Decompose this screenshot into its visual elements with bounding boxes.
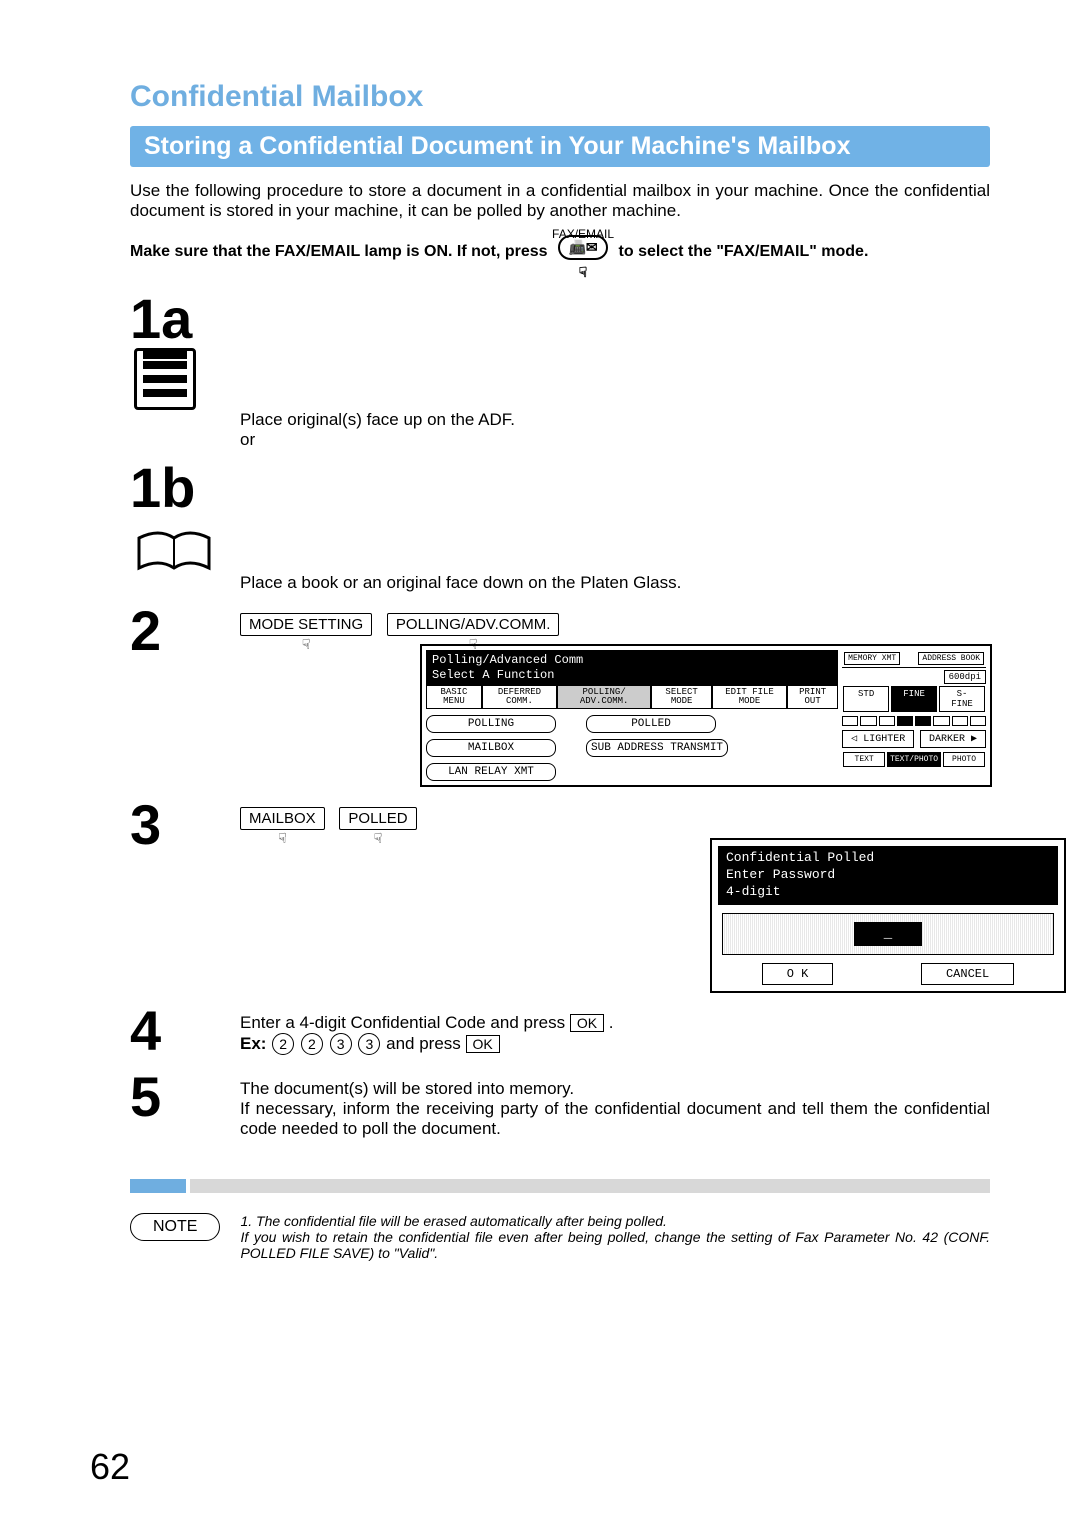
- polling-advcomm-label: POLLING/ADV.COMM.: [396, 616, 550, 633]
- lcd-memory-xmt[interactable]: MEMORY XMT: [844, 652, 900, 665]
- lcd-mode-text-photo[interactable]: TEXT/PHOTO: [887, 752, 941, 767]
- step-4-number: 4: [130, 1003, 240, 1059]
- step-4-line-1: Enter a 4-digit Confidential Code and pr…: [240, 1013, 614, 1033]
- lcd-tabs: BASIC MENU DEFERRED COMM. POLLING/ ADV.C…: [426, 685, 838, 709]
- step-1a-num-text: 1a: [130, 287, 192, 350]
- tab-polling-advcomm[interactable]: POLLING/ ADV.COMM.: [557, 685, 651, 709]
- tab-print-out[interactable]: PRINT OUT: [787, 685, 838, 709]
- step-5-number: 5: [130, 1069, 240, 1125]
- faxemail-suffix: to select the "FAX/EMAIL" mode.: [619, 243, 869, 260]
- example-digit: 2: [301, 1033, 323, 1055]
- lcd-mode-photo[interactable]: PHOTO: [943, 752, 985, 767]
- press-hand-icon: ☟: [552, 264, 614, 281]
- lcd-res-fine[interactable]: FINE: [891, 686, 937, 712]
- lcd2-ok-button[interactable]: O K: [762, 963, 834, 985]
- step-1a-or: or: [240, 430, 515, 450]
- press-hand-icon: ☟: [302, 636, 311, 653]
- lcd-res-sfine[interactable]: S-FINE: [939, 686, 985, 712]
- polling-advcomm-button[interactable]: POLLING/ADV.COMM. ☟: [387, 613, 559, 636]
- lcd2-title-2: Enter Password: [726, 867, 1050, 884]
- lcd2-title-3: 4-digit: [726, 884, 1050, 901]
- example-digit: 3: [330, 1033, 352, 1055]
- lcd-address-book[interactable]: ADDRESS BOOK: [918, 652, 984, 665]
- lcd-screen-password: Confidential Polled Enter Password 4-dig…: [710, 838, 1066, 993]
- step-3-number: 3: [130, 797, 240, 853]
- intro-text: Use the following procedure to store a d…: [130, 181, 990, 221]
- faxemail-instruction: Make sure that the FAX/EMAIL lamp is ON.…: [130, 227, 990, 277]
- section-heading: Confidential Mailbox: [130, 80, 990, 114]
- lcd-screen-polling: Polling/Advanced Comm Select A Function …: [420, 644, 992, 787]
- lcd-title-2: Select A Function: [432, 668, 832, 682]
- lcd2-title-1: Confidential Polled: [726, 850, 1050, 867]
- lcd-lan-relay-button[interactable]: LAN RELAY XMT: [426, 763, 556, 781]
- subsection-heading: Storing a Confidential Document in Your …: [130, 126, 990, 167]
- lcd-mailbox-button[interactable]: MAILBOX: [426, 739, 556, 757]
- example-digit: 3: [358, 1033, 380, 1055]
- step-1b-text: Place a book or an original face down on…: [240, 573, 681, 593]
- lcd-darker-button[interactable]: DARKER ▶: [920, 730, 986, 748]
- step-1a-text: Place original(s) face up on the ADF.: [240, 410, 515, 430]
- mode-setting-label: MODE SETTING: [249, 616, 363, 633]
- lcd-mode-text[interactable]: TEXT: [843, 752, 885, 767]
- mode-setting-button[interactable]: MODE SETTING ☟: [240, 613, 372, 636]
- ok-button-inline[interactable]: OK: [570, 1014, 604, 1032]
- note-body: 1. The confidential file will be erased …: [240, 1213, 990, 1261]
- lcd-600dpi[interactable]: 600dpi: [944, 670, 986, 684]
- tab-basic-menu[interactable]: BASIC MENU: [426, 685, 482, 709]
- lcd-res-std[interactable]: STD: [843, 686, 889, 712]
- press-hand-icon: ☟: [374, 830, 383, 847]
- ok-button-inline[interactable]: OK: [466, 1035, 500, 1053]
- faxemail-prefix: Make sure that the FAX/EMAIL lamp is ON.…: [130, 243, 548, 260]
- press-hand-icon: ☟: [469, 636, 478, 653]
- faxemail-button-icon: 📠✉: [558, 235, 607, 260]
- lcd-polled-button[interactable]: POLLED: [586, 715, 716, 733]
- step-1b-num-text: 1b: [130, 456, 195, 519]
- lcd-subaddr-button[interactable]: SUB ADDRESS TRANSMIT: [586, 739, 728, 757]
- tab-select-mode[interactable]: SELECT MODE: [651, 685, 712, 709]
- press-hand-icon: ☟: [278, 830, 287, 847]
- step-5-text: The document(s) will be stored into memo…: [240, 1069, 990, 1139]
- example-digit: 2: [272, 1033, 294, 1055]
- lcd-lighter-button[interactable]: ◁ LIGHTER: [842, 730, 914, 748]
- adf-icon: [134, 348, 196, 410]
- contrast-bar: [842, 716, 986, 726]
- platen-book-icon: [134, 523, 214, 573]
- lcd-polling-button[interactable]: POLLING: [426, 715, 556, 733]
- step-1a-number: 1a: [130, 291, 240, 410]
- lcd2-cancel-button[interactable]: CANCEL: [921, 963, 1014, 985]
- step-1b-number: 1b: [130, 460, 240, 573]
- section-divider: [130, 1179, 990, 1193]
- note-badge: NOTE: [130, 1213, 220, 1241]
- polled-button-label: POLLED: [348, 810, 407, 827]
- polled-button[interactable]: POLLED ☟: [339, 807, 416, 830]
- tab-deferred-comm[interactable]: DEFERRED COMM.: [482, 685, 557, 709]
- mailbox-button[interactable]: MAILBOX ☟: [240, 807, 325, 830]
- tab-edit-file-mode[interactable]: EDIT FILE MODE: [712, 685, 787, 709]
- password-field[interactable]: _: [854, 922, 922, 946]
- page-number: 62: [90, 1446, 130, 1488]
- password-field-wrap: _: [722, 913, 1054, 955]
- mailbox-button-label: MAILBOX: [249, 810, 316, 827]
- step-4-example: Ex: 2 2 3 3 and press OK: [240, 1033, 614, 1055]
- step-2-number: 2: [130, 603, 240, 659]
- lcd-title-1: Polling/Advanced Comm: [432, 653, 832, 667]
